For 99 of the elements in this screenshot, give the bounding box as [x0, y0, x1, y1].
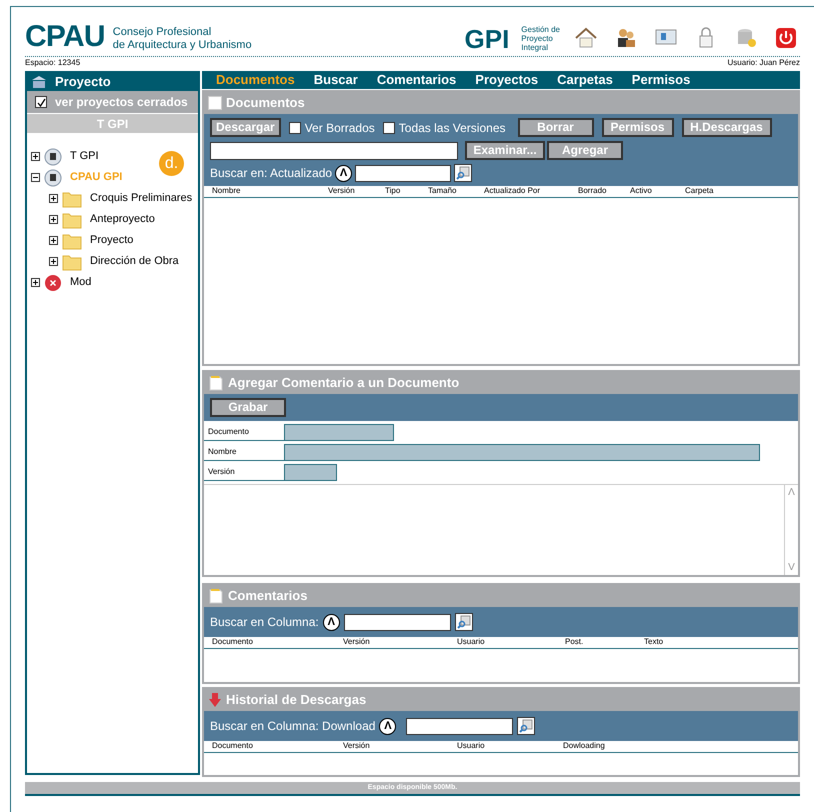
checkbox[interactable] [35, 96, 47, 108]
column-header: Usuario [457, 740, 486, 752]
panel-title: Documentos [226, 94, 305, 112]
search-field[interactable] [406, 718, 514, 734]
expander[interactable] [49, 236, 58, 245]
panel-title: Agregar Comentario a un Documento [228, 374, 460, 392]
folder-icon [62, 190, 82, 208]
badge: d. [159, 151, 184, 176]
column-header: Carpeta [685, 185, 714, 197]
power-icon [774, 26, 798, 50]
search-icon [519, 719, 534, 733]
expander[interactable] [49, 215, 58, 224]
plus-icon [50, 195, 57, 202]
plus-icon [32, 153, 39, 160]
expander[interactable] [49, 194, 58, 203]
check-icon [36, 98, 46, 106]
panel-title: Comentarios [228, 587, 308, 606]
page-icon [208, 96, 222, 110]
search-button[interactable] [517, 717, 536, 735]
search-icon [456, 615, 471, 629]
expander[interactable] [31, 278, 40, 287]
search-label: Buscar en Columna: [210, 614, 319, 631]
column-header: Nombre [212, 185, 242, 197]
folder-icon [62, 210, 82, 228]
gpi-caption: Integral [521, 43, 549, 52]
checkbox-label: ver proyectos cerrados [55, 94, 188, 111]
folder-icon [62, 232, 82, 250]
expander[interactable] [49, 257, 58, 266]
column-header: Actualizado Por [484, 185, 542, 197]
column-header: Activo [630, 185, 653, 197]
plus-icon [32, 279, 39, 286]
space-label: Espacio: 12345 [25, 57, 80, 69]
building-icon [31, 75, 47, 89]
search-button[interactable] [454, 613, 473, 631]
plus-icon [50, 237, 57, 244]
tab[interactable]: Documentos [216, 70, 295, 90]
tab[interactable]: Comentarios [376, 70, 456, 90]
column-header: Versión [328, 185, 356, 197]
column-header: Usuario [457, 636, 486, 648]
search-field[interactable] [355, 164, 452, 182]
file-field[interactable] [210, 142, 458, 160]
minus-icon [32, 174, 39, 181]
column-header: Documento [212, 636, 254, 648]
column-header: Tamaño [428, 185, 458, 197]
globe-icon [44, 148, 62, 166]
column-header: Dowloading [563, 740, 606, 752]
tree-item[interactable]: Mod [70, 274, 92, 291]
panel-title: Historial de Descargas [226, 691, 366, 710]
search-button[interactable] [454, 164, 472, 182]
tree-item[interactable]: T GPI [70, 148, 99, 165]
note-icon [208, 588, 224, 604]
download-arrow-icon [208, 692, 222, 708]
gpi-logo: GPI [464, 26, 510, 52]
house-icon [574, 26, 598, 50]
column-header: Borrado [578, 185, 608, 197]
checkbox[interactable] [288, 122, 301, 134]
tree-item[interactable]: Croquis Preliminares [90, 190, 192, 207]
tab[interactable]: Carpetas [557, 70, 613, 90]
tab[interactable]: Buscar [314, 70, 358, 90]
input-field[interactable] [284, 444, 760, 461]
checkbox-label: Ver Borrados [304, 120, 375, 136]
folder-icon [62, 252, 82, 270]
input-field[interactable] [284, 424, 394, 441]
gpi-caption: Proyecto [521, 34, 554, 43]
expander[interactable] [31, 173, 40, 182]
tree-item[interactable]: Anteproyecto [90, 211, 155, 228]
plus-icon [50, 216, 57, 223]
globe-icon [44, 168, 62, 186]
column-header: Post. [565, 636, 584, 648]
tree-item[interactable]: Dirección de Obra [90, 253, 179, 270]
logo: CPAU [25, 22, 105, 52]
search-label: Buscar en: Actualizado [210, 165, 332, 182]
search-field[interactable] [344, 614, 451, 630]
column-header: Versión [343, 636, 371, 648]
search-icon [456, 166, 470, 180]
user-label: Usuario: Juan Pérez [728, 57, 800, 69]
checkbox-label: Todas las Versiones [398, 120, 506, 136]
search-label: Buscar en Columna: Download [210, 718, 376, 735]
checkbox[interactable] [382, 122, 395, 134]
tree-item[interactable]: Proyecto [90, 232, 134, 249]
error-icon [44, 274, 62, 292]
expander[interactable] [31, 152, 40, 161]
sort-toggle[interactable]: Λ [335, 164, 352, 182]
note-icon [208, 375, 224, 391]
sort-toggle[interactable]: Λ [322, 614, 340, 630]
column-header: Texto [644, 636, 664, 648]
tab[interactable]: Permisos [632, 70, 690, 90]
sidebar-title: Proyecto [55, 73, 111, 92]
sort-toggle[interactable]: Λ [379, 718, 396, 734]
input-field[interactable] [284, 464, 337, 481]
column-header: Documento [212, 740, 254, 752]
current-project-bar: T GPI [27, 114, 198, 133]
tab[interactable]: Proyectos [475, 70, 538, 90]
org-name: de Arquitectura y Urbanismo [112, 39, 252, 52]
org-name: Consejo Profesional [112, 26, 212, 39]
column-header: Versión [343, 740, 371, 752]
plus-icon [50, 258, 57, 265]
column-header: Tipo [385, 185, 402, 197]
gpi-caption: Gestión de [521, 25, 560, 34]
